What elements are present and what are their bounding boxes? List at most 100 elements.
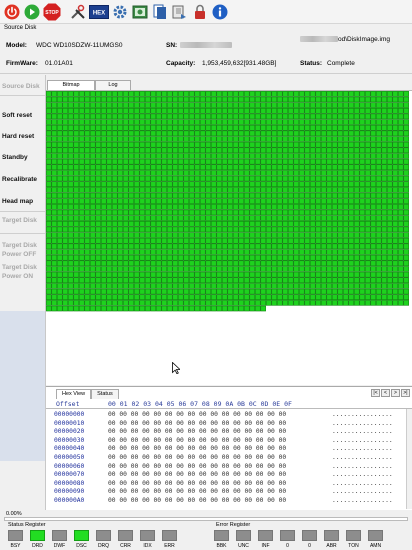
tab-log[interactable]: Log bbox=[95, 80, 131, 90]
target-power-on-button[interactable]: Target Disk Power ON bbox=[0, 263, 45, 281]
sector-cell bbox=[101, 260, 107, 267]
sector-cell bbox=[403, 119, 409, 125]
info-icon[interactable] bbox=[211, 3, 229, 21]
sector-cell bbox=[403, 96, 409, 103]
sector-cell bbox=[310, 204, 316, 210]
sector-cell bbox=[73, 147, 79, 154]
sector-cell bbox=[343, 288, 349, 295]
sector-cell bbox=[167, 91, 173, 97]
tab-hex-view[interactable]: Hex View bbox=[56, 389, 92, 399]
image-icon[interactable] bbox=[131, 3, 149, 21]
sector-cell bbox=[255, 175, 261, 182]
sector-cell bbox=[145, 153, 151, 159]
sector-cell bbox=[387, 260, 393, 267]
sector-cell bbox=[337, 271, 343, 278]
sector-cell bbox=[139, 294, 145, 300]
sector-cell bbox=[337, 294, 343, 300]
settings-icon[interactable] bbox=[111, 3, 129, 21]
sector-cell bbox=[90, 141, 96, 148]
soft-reset-button[interactable]: Soft reset bbox=[0, 112, 45, 119]
sector-cell bbox=[321, 119, 327, 125]
sector-cell bbox=[145, 204, 151, 210]
sector-cell bbox=[255, 124, 261, 131]
last-page-button[interactable]: >| bbox=[401, 389, 410, 397]
source-disk-button[interactable]: Source Disk bbox=[0, 83, 45, 90]
target-power-off-button[interactable]: Target Disk Power OFF bbox=[0, 241, 45, 259]
sector-cell bbox=[161, 198, 167, 204]
error-register-led bbox=[214, 530, 229, 541]
export-icon[interactable] bbox=[171, 3, 189, 21]
next-page-button[interactable]: > bbox=[391, 389, 400, 397]
sector-cell bbox=[62, 204, 68, 210]
tools-icon[interactable] bbox=[69, 3, 87, 21]
sector-cell bbox=[249, 158, 255, 165]
hex-row-offset: 00000090 bbox=[54, 488, 85, 496]
sector-cell bbox=[359, 266, 365, 272]
sector-cell bbox=[134, 277, 140, 284]
tab-bitmap[interactable]: Bitmap bbox=[47, 80, 95, 90]
sector-cell bbox=[134, 136, 140, 142]
power-icon[interactable] bbox=[3, 3, 21, 21]
sector-cell bbox=[145, 283, 151, 289]
sector-cell bbox=[398, 283, 404, 289]
standby-button[interactable]: Standby bbox=[0, 154, 45, 161]
first-page-button[interactable]: |< bbox=[371, 389, 380, 397]
sector-cell bbox=[304, 243, 310, 250]
stop-icon[interactable]: STOP bbox=[43, 3, 61, 21]
sector-cell bbox=[337, 113, 343, 120]
sector-cell bbox=[249, 164, 255, 171]
sector-cell bbox=[260, 102, 266, 108]
sector-cell bbox=[260, 130, 266, 137]
sector-cell bbox=[216, 164, 222, 171]
sector-cell bbox=[79, 221, 85, 227]
target-disk-button[interactable]: Target Disk bbox=[0, 217, 45, 224]
sector-cell bbox=[233, 226, 239, 233]
sector-cell bbox=[293, 187, 299, 193]
sector-cell bbox=[161, 283, 167, 289]
sector-cell bbox=[95, 136, 101, 142]
sector-cell bbox=[172, 215, 178, 221]
hex-row-offset: 00000030 bbox=[54, 436, 85, 444]
sector-cell bbox=[117, 226, 123, 233]
prev-page-button[interactable]: < bbox=[381, 389, 390, 397]
hard-reset-button[interactable]: Hard reset bbox=[0, 133, 45, 140]
sector-cell bbox=[343, 119, 349, 125]
sector-cell bbox=[326, 192, 332, 199]
sector-cell bbox=[211, 300, 217, 306]
sector-cell bbox=[216, 305, 222, 312]
sector-cell bbox=[178, 305, 184, 312]
lock-icon[interactable] bbox=[191, 3, 209, 21]
hex-icon[interactable]: HEX bbox=[89, 3, 109, 21]
sector-cell bbox=[392, 249, 398, 255]
sector-cell bbox=[337, 300, 343, 306]
hex-scrollbar[interactable] bbox=[406, 409, 412, 509]
sector-cell bbox=[123, 254, 129, 261]
sector-cell bbox=[106, 113, 112, 120]
sector-cell bbox=[332, 113, 338, 120]
sector-cell bbox=[403, 204, 409, 210]
sector-cell bbox=[392, 96, 398, 103]
sector-cell bbox=[216, 243, 222, 250]
status-register-title: Status Register bbox=[8, 522, 46, 528]
sector-cell bbox=[167, 187, 173, 193]
sector-cell bbox=[381, 153, 387, 159]
copy-icon[interactable] bbox=[151, 3, 169, 21]
sector-cell bbox=[205, 294, 211, 300]
sector-cell bbox=[150, 277, 156, 284]
sector-cell bbox=[315, 215, 321, 221]
tab-status[interactable]: Status bbox=[91, 389, 119, 399]
start-icon[interactable] bbox=[23, 3, 41, 21]
sector-cell bbox=[359, 277, 365, 284]
sector-cell bbox=[354, 215, 360, 221]
sector-cell bbox=[95, 249, 101, 255]
sector-cell bbox=[200, 243, 206, 250]
sector-cell bbox=[123, 170, 129, 176]
sector-cell bbox=[227, 102, 233, 108]
sector-cell bbox=[189, 243, 195, 250]
sector-cell bbox=[398, 147, 404, 154]
sector-cell bbox=[348, 288, 354, 295]
sector-cell bbox=[57, 204, 63, 210]
recalibrate-button[interactable]: Recalibrate bbox=[0, 176, 45, 183]
head-map-button[interactable]: Head map bbox=[0, 198, 45, 205]
sector-cell bbox=[73, 232, 79, 238]
